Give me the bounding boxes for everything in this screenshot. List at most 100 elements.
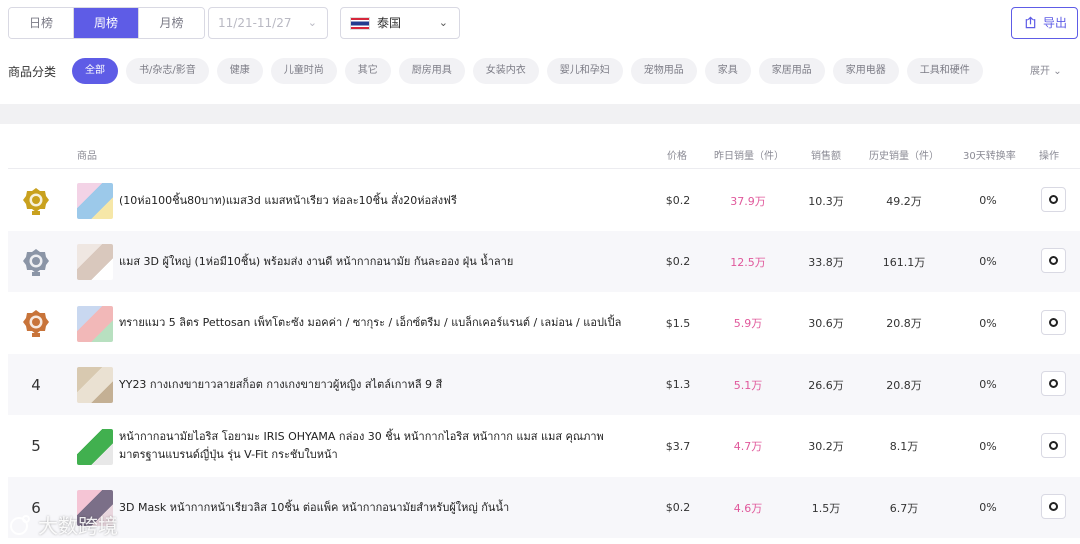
total-sales-cell: 161.1万: [882, 255, 926, 269]
category-filter: 商品分类 全部 书/杂志/影音 健康 儿童时尚 其它 厨房用具 女装内衣 婴儿和…: [0, 58, 1080, 86]
rank-number: 5: [31, 437, 41, 456]
export-button[interactable]: 导出: [1011, 7, 1078, 39]
table-row[interactable]: 5 หน้ากากอนามัยไอริส โอยามะ IRIS OHYAMA ก…: [8, 416, 1080, 477]
view-icon: [1049, 256, 1058, 266]
conversion-cell: 0%: [979, 194, 997, 207]
conversion-cell: 0%: [979, 255, 997, 269]
row-action-button[interactable]: [1041, 432, 1066, 458]
view-icon: [1049, 440, 1058, 450]
total-sales-cell: 6.7万: [889, 501, 919, 515]
rank-cell: [18, 231, 54, 292]
category-chip[interactable]: 家具: [704, 58, 751, 84]
rank-number: 4: [31, 375, 41, 394]
price-cell: $3.7: [665, 439, 691, 453]
category-label: 商品分类: [8, 65, 57, 79]
yesterday-sales-cell: 4.7万: [733, 440, 763, 454]
header-total-sales[interactable]: 历史销量（件）: [869, 147, 939, 162]
total-sales-cell: 20.8万: [886, 317, 922, 331]
total-sales-cell: 20.8万: [886, 378, 922, 392]
table-header: 商品 价格 昨日销量（件） 销售额 历史销量（件） 30天转换率 操作: [8, 138, 1080, 169]
product-title[interactable]: (10ห่อ100ชิ้น80บาท)แมส3d แมสหน้าเรียว ห่…: [119, 170, 639, 231]
watermark-logo-icon: [10, 514, 30, 535]
category-chip[interactable]: 其它: [344, 58, 391, 84]
toolbar: 日榜 周榜 月榜 11/21-11/27 ⌄ 泰国 ⌄ 导出: [0, 0, 1080, 50]
category-chip-all[interactable]: 全部: [72, 58, 118, 84]
product-title[interactable]: แมส 3D ผู้ใหญ่ (1ห่อมี10ชิ้น) พร้อมส่ง ง…: [119, 231, 639, 292]
table-row[interactable]: 6 3D Mask หน้ากากหน้าเรียวลิส 10ชิ้น ต่อแ…: [8, 477, 1080, 538]
view-icon: [1049, 379, 1058, 389]
revenue-cell: 10.3万: [808, 194, 844, 208]
product-title-text: 3D Mask หน้ากากหน้าเรียวลิส 10ชิ้น ต่อแพ…: [119, 500, 510, 514]
revenue-cell: 26.6万: [808, 378, 844, 392]
category-chip[interactable]: 健康: [216, 58, 263, 84]
date-range-value: 11/21-11/27: [218, 16, 292, 30]
product-thumbnail[interactable]: [77, 428, 113, 465]
header-conversion[interactable]: 30天转换率: [963, 147, 1016, 162]
category-chip[interactable]: 家居用品: [758, 58, 825, 84]
category-chip[interactable]: 儿童时尚: [270, 58, 337, 84]
chevron-down-icon: ⌄: [307, 16, 317, 29]
product-title-text: แมส 3D ผู้ใหญ่ (1ห่อมี10ชิ้น) พร้อมส่ง ง…: [119, 254, 514, 268]
product-thumbnail[interactable]: [77, 305, 113, 342]
table-row[interactable]: ทรายแมว 5 ลิตร Pettosan เพ็ทโตะซัง มอคค่…: [8, 293, 1080, 354]
category-chip[interactable]: 厨房用具: [398, 58, 465, 84]
category-chip[interactable]: 婴儿和孕妇: [546, 58, 623, 84]
revenue-cell: 1.5万: [811, 501, 841, 515]
total-sales-cell: 49.2万: [886, 194, 922, 208]
category-chip[interactable]: 工具和硬件: [906, 58, 983, 84]
tab-daily[interactable]: 日榜: [9, 8, 74, 38]
export-icon: [1025, 16, 1036, 29]
category-chip[interactable]: 家用电器: [832, 58, 899, 84]
row-action-button[interactable]: [1041, 371, 1066, 397]
yesterday-sales-cell: 5.1万: [733, 378, 763, 392]
header-yesterday-sales[interactable]: 昨日销量（件）: [714, 147, 784, 162]
product-thumbnail[interactable]: [77, 183, 113, 219]
watermark-text: 大数跨境: [38, 514, 118, 538]
gold-medal-icon: [23, 187, 49, 215]
expand-label: 展开: [1030, 66, 1050, 77]
expand-toggle[interactable]: 展开 ⌄: [1030, 58, 1062, 86]
row-action-button[interactable]: [1041, 309, 1066, 335]
row-action-button[interactable]: [1041, 248, 1066, 274]
row-action-button[interactable]: [1041, 187, 1066, 212]
product-thumbnail[interactable]: [77, 244, 113, 281]
export-label: 导出: [1043, 16, 1068, 30]
category-chip[interactable]: 书/杂志/影音: [126, 58, 209, 84]
category-chips: 全部 书/杂志/影音 健康 儿童时尚 其它 厨房用具 女装内衣 婴儿和孕妇 宠物…: [72, 58, 991, 84]
total-sales-cell: 8.1万: [889, 440, 919, 454]
price-cell: $0.2: [665, 501, 691, 514]
conversion-cell: 0%: [979, 316, 997, 330]
product-title-text: YY23 กางเกงขายาวลายสก็อต กางเกงขายาวผู้ห…: [119, 377, 443, 391]
thailand-flag-icon: [350, 17, 370, 30]
conversion-cell: 0%: [979, 501, 997, 514]
tab-monthly[interactable]: 月榜: [139, 8, 204, 38]
header-price: 价格: [667, 151, 687, 162]
table-row[interactable]: แมส 3D ผู้ใหญ่ (1ห่อมี10ชิ้น) พร้อมส่ง ง…: [8, 231, 1080, 293]
table-row[interactable]: 4 YY23 กางเกงขายาวลายสก็อต กางเกงขายาวผู้…: [8, 354, 1080, 416]
ranking-table: 商品 价格 昨日销量（件） 销售额 历史销量（件） 30天转换率 操作: [8, 138, 1080, 169]
header-product: 商品: [77, 151, 97, 162]
price-cell: $0.2: [665, 194, 691, 207]
category-chip[interactable]: 宠物用品: [630, 58, 697, 84]
row-action-button[interactable]: [1041, 494, 1066, 519]
chevron-down-icon: ⌄: [1053, 66, 1062, 77]
tab-weekly[interactable]: 周榜: [74, 8, 139, 38]
product-title[interactable]: ทรายแมว 5 ลิตร Pettosan เพ็ทโตะซัง มอคค่…: [119, 293, 639, 354]
revenue-cell: 33.8万: [808, 255, 844, 269]
yesterday-sales-cell: 5.9万: [733, 317, 763, 331]
category-chip[interactable]: 女装内衣: [472, 58, 539, 84]
product-title-text: หน้ากากอนามัยไอริส โอยามะ IRIS OHYAMA กล…: [119, 430, 604, 462]
price-cell: $1.3: [665, 378, 691, 392]
product-title[interactable]: 3D Mask หน้ากากหน้าเรียวลิส 10ชิ้น ต่อแพ…: [119, 477, 639, 538]
conversion-cell: 0%: [979, 378, 997, 392]
header-revenue[interactable]: 销售额: [811, 147, 841, 162]
price-cell: $0.2: [665, 255, 691, 269]
product-title[interactable]: YY23 กางเกงขายาวลายสก็อต กางเกงขายาวผู้ห…: [119, 354, 639, 415]
country-select[interactable]: 泰国 ⌄: [340, 7, 460, 39]
product-thumbnail[interactable]: [77, 367, 113, 404]
product-title[interactable]: หน้ากากอนามัยไอริส โอยามะ IRIS OHYAMA กล…: [119, 416, 639, 477]
revenue-cell: 30.2万: [808, 440, 844, 454]
watermark: 大数跨境: [8, 510, 118, 539]
table-row[interactable]: (10ห่อ100ชิ้น80บาท)แมส3d แมสหน้าเรียว ห่…: [8, 170, 1080, 231]
date-range-select[interactable]: 11/21-11/27 ⌄: [208, 7, 328, 39]
